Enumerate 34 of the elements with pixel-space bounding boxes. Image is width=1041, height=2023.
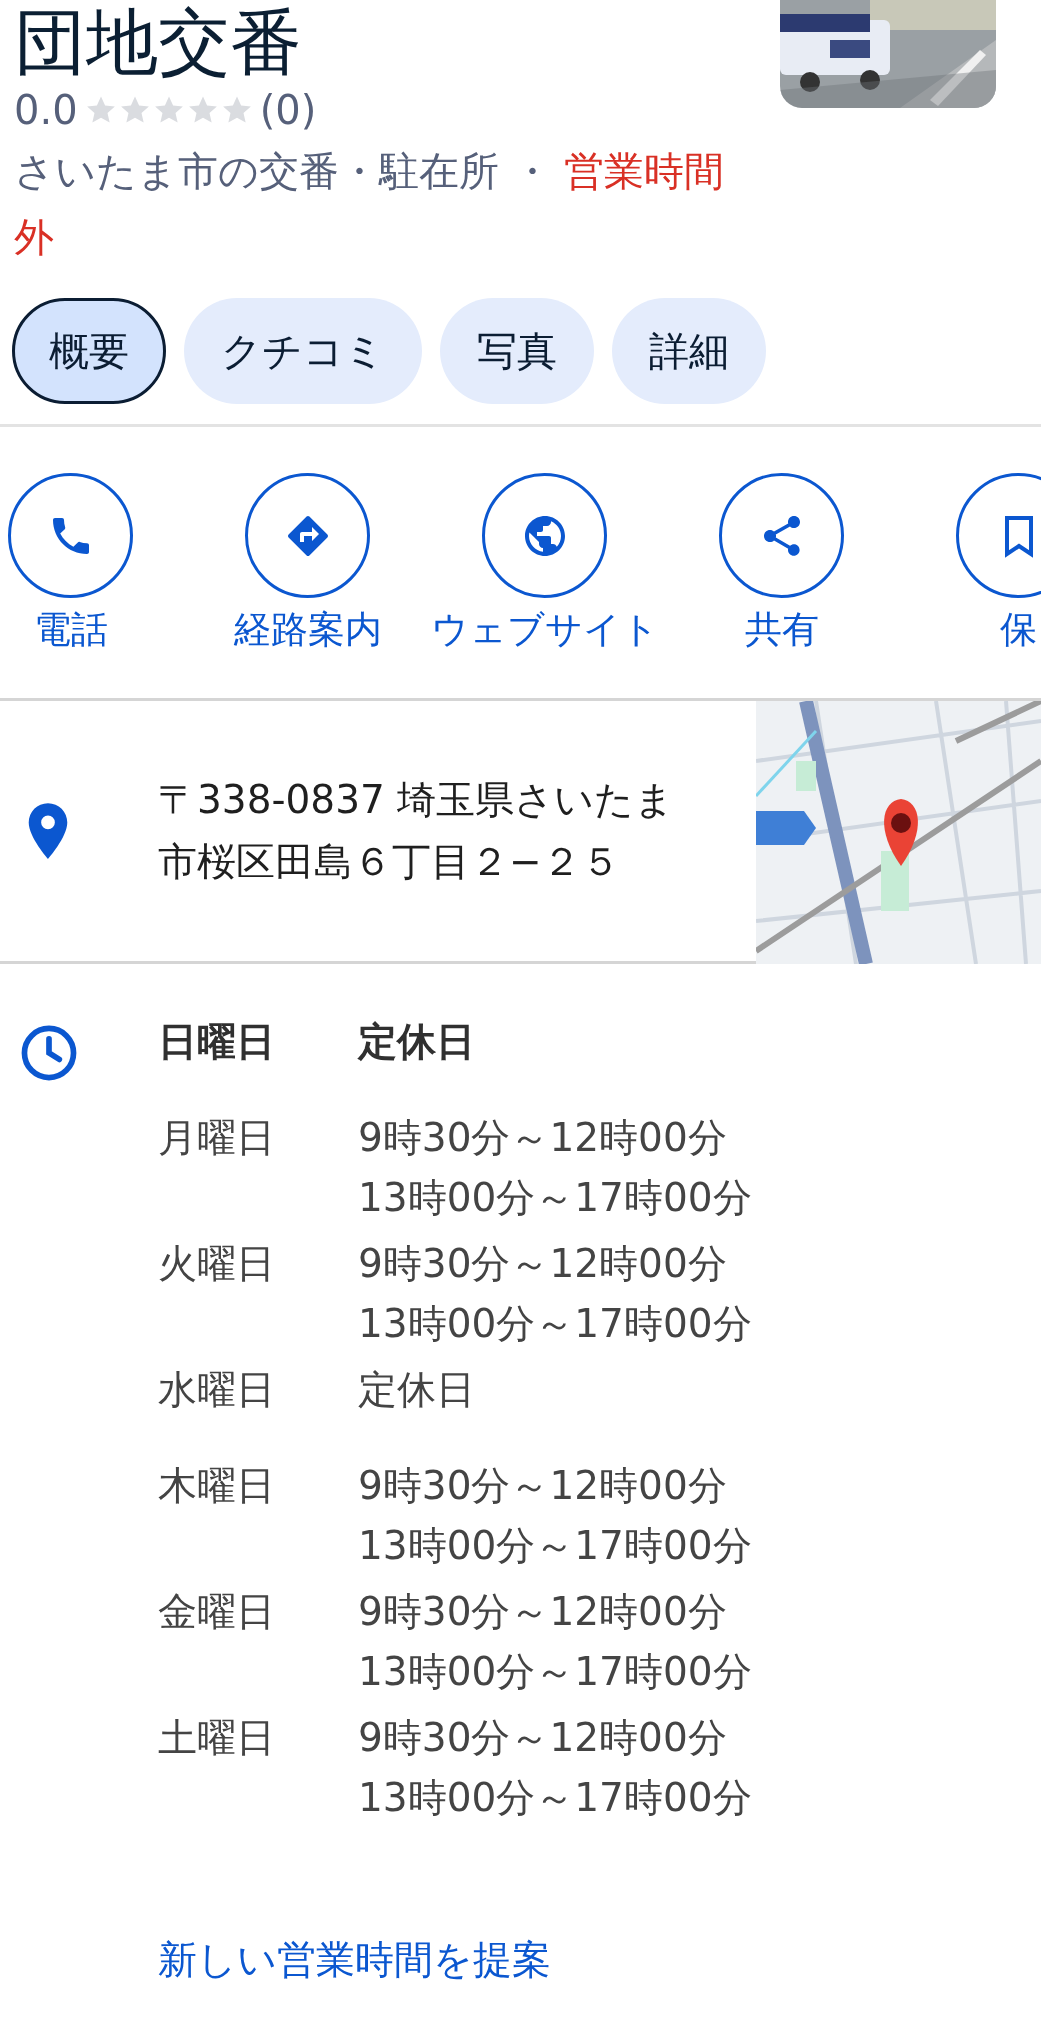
action-button[interactable]: ウェブサイト [426, 473, 663, 652]
opening-hours: 13時00分～17時00分 [358, 1648, 752, 1696]
review-count: (0) [259, 86, 317, 134]
opening-hours: 13時00分～17時00分 [358, 1774, 752, 1822]
opening-hours: 13時00分～17時00分 [358, 1174, 752, 1222]
place-category-line: さいたま市の交番・駐在所 ・ 営業時間外 [14, 147, 726, 262]
action-button[interactable]: 経路案内 [189, 473, 426, 652]
action-button[interactable]: 共有 [663, 473, 900, 652]
opening-hours: 9時30分～12時00分 [358, 1114, 728, 1162]
action-button[interactable]: 電話 [0, 473, 189, 652]
tab[interactable]: 写真 [440, 298, 594, 404]
opening-hours: 9時30分～12時00分 [358, 1462, 728, 1510]
weekday: 木曜日 [158, 1462, 276, 1510]
tab[interactable]: 概要 [12, 298, 166, 404]
action-button[interactable]: 保 [900, 473, 1041, 652]
opening-hours: 13時00分～17時00分 [358, 1522, 752, 1570]
opening-hours: 9時30分～12時00分 [358, 1588, 728, 1636]
opening-hours: 定休日 [358, 1018, 475, 1066]
opening-hours: 9時30分～12時00分 [358, 1240, 728, 1288]
weekday: 日曜日 [158, 1018, 276, 1066]
opening-hours: 9時30分～12時00分 [358, 1714, 728, 1762]
opening-hours: 定休日 [358, 1366, 475, 1414]
weekday: 月曜日 [158, 1114, 276, 1162]
tab[interactable]: 詳細 [612, 298, 766, 404]
weekday: 金曜日 [158, 1588, 276, 1636]
place-title: 団地交番 [14, 0, 303, 84]
weekday: 火曜日 [158, 1240, 276, 1288]
tab[interactable]: クチコミ [184, 298, 422, 404]
weekday: 水曜日 [158, 1366, 276, 1414]
address-text: 〒338-0837 埼玉県さいたま市桜区田島６丁目２−２５ [158, 776, 676, 886]
opening-hours: 13時00分～17時00分 [358, 1300, 752, 1348]
weekday: 土曜日 [158, 1714, 276, 1762]
rating-value: 0.0 [14, 86, 78, 134]
suggest-hours-link[interactable]: 新しい営業時間を提案 [158, 1930, 752, 1990]
